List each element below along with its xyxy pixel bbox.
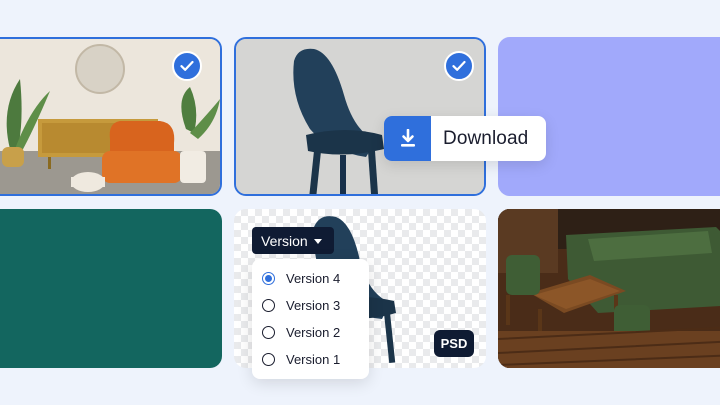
- radio-icon: [262, 299, 275, 312]
- selected-check-icon[interactable]: [444, 51, 474, 81]
- version-option-label: Version 4: [286, 271, 341, 286]
- green-sofa-room-image-tile[interactable]: [498, 209, 720, 368]
- color-swatch-tile[interactable]: [0, 209, 222, 368]
- download-label: Download: [443, 127, 529, 149]
- download-icon: [384, 116, 431, 161]
- green-sofa-room-image: [498, 209, 720, 368]
- version-option[interactable]: Version 1: [252, 346, 369, 373]
- selected-check-icon[interactable]: [172, 51, 202, 81]
- radio-selected-icon: [262, 272, 275, 285]
- living-room-image-tile[interactable]: [0, 37, 222, 196]
- radio-icon: [262, 326, 275, 339]
- version-option[interactable]: Version 2: [252, 319, 369, 346]
- radio-icon: [262, 353, 275, 366]
- version-option-label: Version 2: [286, 325, 341, 340]
- caret-down-icon: [313, 238, 322, 244]
- version-dropdown[interactable]: Version: [252, 227, 334, 254]
- version-option-label: Version 1: [286, 352, 341, 367]
- version-dropdown-label: Version: [261, 232, 308, 249]
- version-menu: Version 4 Version 3 Version 2 Version 1: [252, 259, 369, 379]
- download-button[interactable]: Download: [384, 116, 546, 161]
- version-option[interactable]: Version 3: [252, 292, 369, 319]
- version-option[interactable]: Version 4: [252, 265, 369, 292]
- version-option-label: Version 3: [286, 298, 341, 313]
- file-type-badge: PSD: [434, 330, 474, 357]
